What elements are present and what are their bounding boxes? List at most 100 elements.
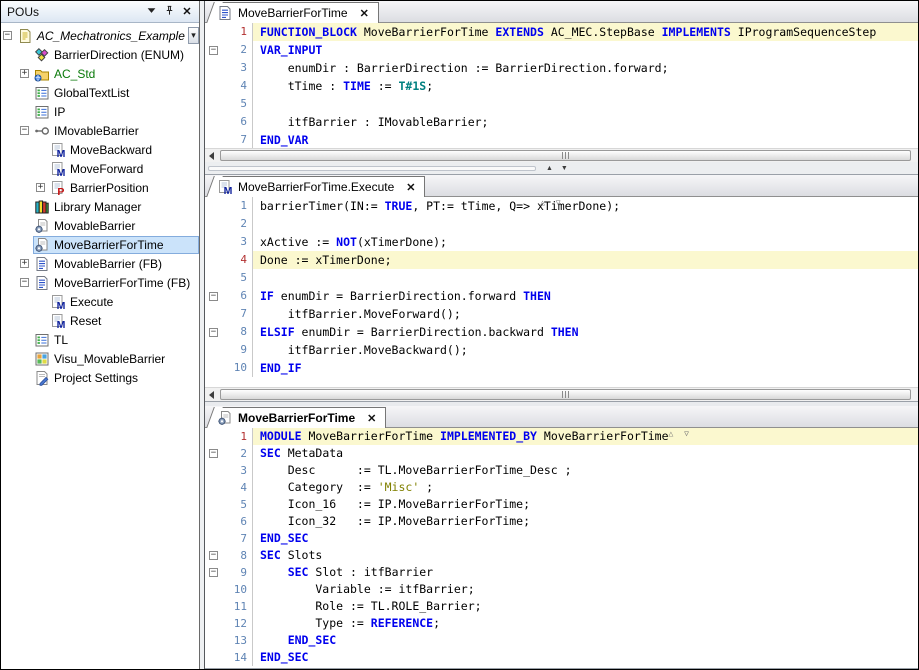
code-line-3[interactable]: 3 enumDir : BarrierDirection := BarrierD… xyxy=(205,59,918,77)
collapse-icon[interactable]: − xyxy=(20,126,29,135)
tab-bar: MMoveBarrierForTime.Execute✕ xyxy=(205,175,918,197)
code-line-6[interactable]: 6 Icon_32 := IP.MoveBarrierForTime; xyxy=(205,513,918,530)
expand-icon[interactable]: + xyxy=(36,183,45,192)
code-line-8[interactable]: −8SEC Slots xyxy=(205,547,918,564)
code-line-10[interactable]: 10 Variable := itfBarrier; xyxy=(205,581,918,598)
expand-icon[interactable]: + xyxy=(20,69,29,78)
visu-icon xyxy=(34,351,50,367)
method-icon: M xyxy=(50,161,66,177)
tree-item-moveforward[interactable]: MMoveForward xyxy=(1,159,199,178)
close-tab-icon[interactable]: ✕ xyxy=(406,181,415,194)
tree-item-barrierposition[interactable]: +PBarrierPosition xyxy=(1,178,199,197)
method-icon: M xyxy=(50,294,66,310)
scroll-left-icon[interactable] xyxy=(209,152,214,160)
fold-collapse-icon[interactable]: − xyxy=(209,568,218,577)
expand-icon[interactable]: + xyxy=(20,259,29,268)
collapse-icon[interactable]: − xyxy=(3,31,12,40)
code-line-2[interactable]: −2VAR_INPUT xyxy=(205,41,918,59)
code-line-14[interactable]: 14END_SEC xyxy=(205,649,918,666)
line-number: 1 xyxy=(222,197,253,215)
code-line-6[interactable]: −6IF enumDir = BarrierDirection.forward … xyxy=(205,287,918,305)
tree-item-library-manager[interactable]: Library Manager xyxy=(1,197,199,216)
tree-item-globaltextlist[interactable]: GlobalTextList xyxy=(1,83,199,102)
code-area[interactable]: △ ▽1MODULE MoveBarrierForTime IMPLEMENTE… xyxy=(205,428,918,668)
code-line-12[interactable]: 12 Type := REFERENCE; xyxy=(205,615,918,632)
ide-window: POUs ✕ −AC_Mechatronics_Example▾BarrierD… xyxy=(0,0,919,670)
line-number: 9 xyxy=(222,564,253,581)
code-line-4[interactable]: 4Done := xTimerDone; xyxy=(205,251,918,269)
scroll-left-icon[interactable] xyxy=(209,391,214,399)
code-line-2[interactable]: 2 xyxy=(205,215,918,233)
code-line-8[interactable]: −8ELSIF enumDir = BarrierDirection.backw… xyxy=(205,323,918,341)
tree-item-visu-movablebarrier[interactable]: Visu_MovableBarrier xyxy=(1,349,199,368)
code-line-6[interactable]: 6 itfBarrier : IMovableBarrier; xyxy=(205,113,918,131)
code-line-9[interactable]: −9 SEC Slot : itfBarrier xyxy=(205,564,918,581)
tab-movebarrierfortime[interactable]: MoveBarrierForTime✕ xyxy=(215,407,386,428)
panel-menu-button[interactable] xyxy=(143,4,159,20)
line-number: 7 xyxy=(222,131,253,148)
tree-item-ip[interactable]: IP xyxy=(1,102,199,121)
tree-item-reset[interactable]: MReset xyxy=(1,311,199,330)
code-line-7[interactable]: 7 itfBarrier.MoveForward(); xyxy=(205,305,918,323)
tree-item-movablebarrier[interactable]: MovableBarrier xyxy=(1,216,199,235)
fold-collapse-icon[interactable]: − xyxy=(209,449,218,458)
code-line-11[interactable]: 11 Role := TL.ROLE_Barrier; xyxy=(205,598,918,615)
tree-item-barrierdirection-enum[interactable]: BarrierDirection (ENUM) xyxy=(1,45,199,64)
close-tab-icon[interactable]: ✕ xyxy=(367,412,376,425)
line-number: 6 xyxy=(222,513,253,530)
tree-item-movebackward[interactable]: MMoveBackward xyxy=(1,140,199,159)
tree-item-movebarrierfortime-fb[interactable]: −MoveBarrierForTime (FB) xyxy=(1,273,199,292)
library-icon xyxy=(34,199,50,215)
code-line-4[interactable]: 4 tTime : TIME := T#1S; xyxy=(205,77,918,95)
code-line-10[interactable]: 10END_IF xyxy=(205,359,918,377)
tree-item-tl[interactable]: TL xyxy=(1,330,199,349)
tree-item-movablebarrier-fb[interactable]: +MovableBarrier (FB) xyxy=(1,254,199,273)
code-line-9[interactable]: 9 itfBarrier.MoveBackward(); xyxy=(205,341,918,359)
textlist-icon xyxy=(34,85,50,101)
tree-item-ac-std[interactable]: +AC_Std xyxy=(1,64,199,83)
code-line-4[interactable]: 4 Category := 'Misc' ; xyxy=(205,479,918,496)
fold-collapse-icon[interactable]: − xyxy=(209,328,218,337)
scrollbar-thumb[interactable] xyxy=(220,150,911,161)
code-line-3[interactable]: 3xActive := NOT(xTimerDone); xyxy=(205,233,918,251)
tree-item-project-settings[interactable]: Project Settings xyxy=(1,368,199,387)
line-number: 10 xyxy=(222,581,253,598)
pane-splitter[interactable]: ▲ ▼ xyxy=(205,162,918,174)
code-area[interactable]: △ ▽1barrierTimer(IN:= TRUE, PT:= tTime, … xyxy=(205,197,918,387)
fold-collapse-icon[interactable]: − xyxy=(209,292,218,301)
line-number: 4 xyxy=(222,479,253,496)
tree-item-imovablebarrier[interactable]: −IMovableBarrier xyxy=(1,121,199,140)
line-number: 10 xyxy=(222,359,253,377)
tree-item-execute[interactable]: MExecute xyxy=(1,292,199,311)
code-line-2[interactable]: −2SEC MetaData xyxy=(205,445,918,462)
pin-button[interactable] xyxy=(161,4,177,20)
code-line-13[interactable]: 13 END_SEC xyxy=(205,632,918,649)
tree-item-ac-mechatronics-example[interactable]: −AC_Mechatronics_Example▾ xyxy=(1,26,199,45)
scrollbar-thumb[interactable] xyxy=(220,389,911,400)
code-line-1[interactable]: 1MODULE MoveBarrierForTime IMPLEMENTED_B… xyxy=(205,428,918,445)
splitter-arrows-icon[interactable]: △ ▽ xyxy=(540,198,563,207)
line-number: 8 xyxy=(222,323,253,341)
code-line-7[interactable]: 7END_SEC xyxy=(205,530,918,547)
close-panel-button[interactable]: ✕ xyxy=(179,4,195,20)
horizontal-scrollbar[interactable] xyxy=(205,387,918,401)
chevron-down-icon[interactable]: ▾ xyxy=(188,27,199,44)
code-line-3[interactable]: 3 Desc := TL.MoveBarrierForTime_Desc ; xyxy=(205,462,918,479)
fold-collapse-icon[interactable]: − xyxy=(209,551,218,560)
splitter-arrows-icon[interactable]: △ ▽ xyxy=(668,429,691,438)
tab-movebarrierfortime-execute[interactable]: MMoveBarrierForTime.Execute✕ xyxy=(215,176,425,197)
splitter-arrows-icon[interactable]: ▲ ▼ xyxy=(546,165,571,172)
code-area[interactable]: 1FUNCTION_BLOCK MoveBarrierForTime EXTEN… xyxy=(205,23,918,148)
fold-collapse-icon[interactable]: − xyxy=(209,46,218,55)
collapse-icon[interactable]: − xyxy=(20,278,29,287)
code-line-7[interactable]: 7END_VAR xyxy=(205,131,918,148)
code-line-5[interactable]: 5 xyxy=(205,269,918,287)
code-line-1[interactable]: 1FUNCTION_BLOCK MoveBarrierForTime EXTEN… xyxy=(205,23,918,41)
tree-item-movebarrierfortime[interactable]: MoveBarrierForTime xyxy=(1,235,199,254)
tab-movebarrierfortime[interactable]: MoveBarrierForTime✕ xyxy=(215,2,379,23)
line-number: 2 xyxy=(222,41,253,59)
close-tab-icon[interactable]: ✕ xyxy=(360,7,369,20)
code-line-5[interactable]: 5 xyxy=(205,95,918,113)
code-line-5[interactable]: 5 Icon_16 := IP.MoveBarrierForTime; xyxy=(205,496,918,513)
horizontal-scrollbar[interactable] xyxy=(205,148,918,162)
